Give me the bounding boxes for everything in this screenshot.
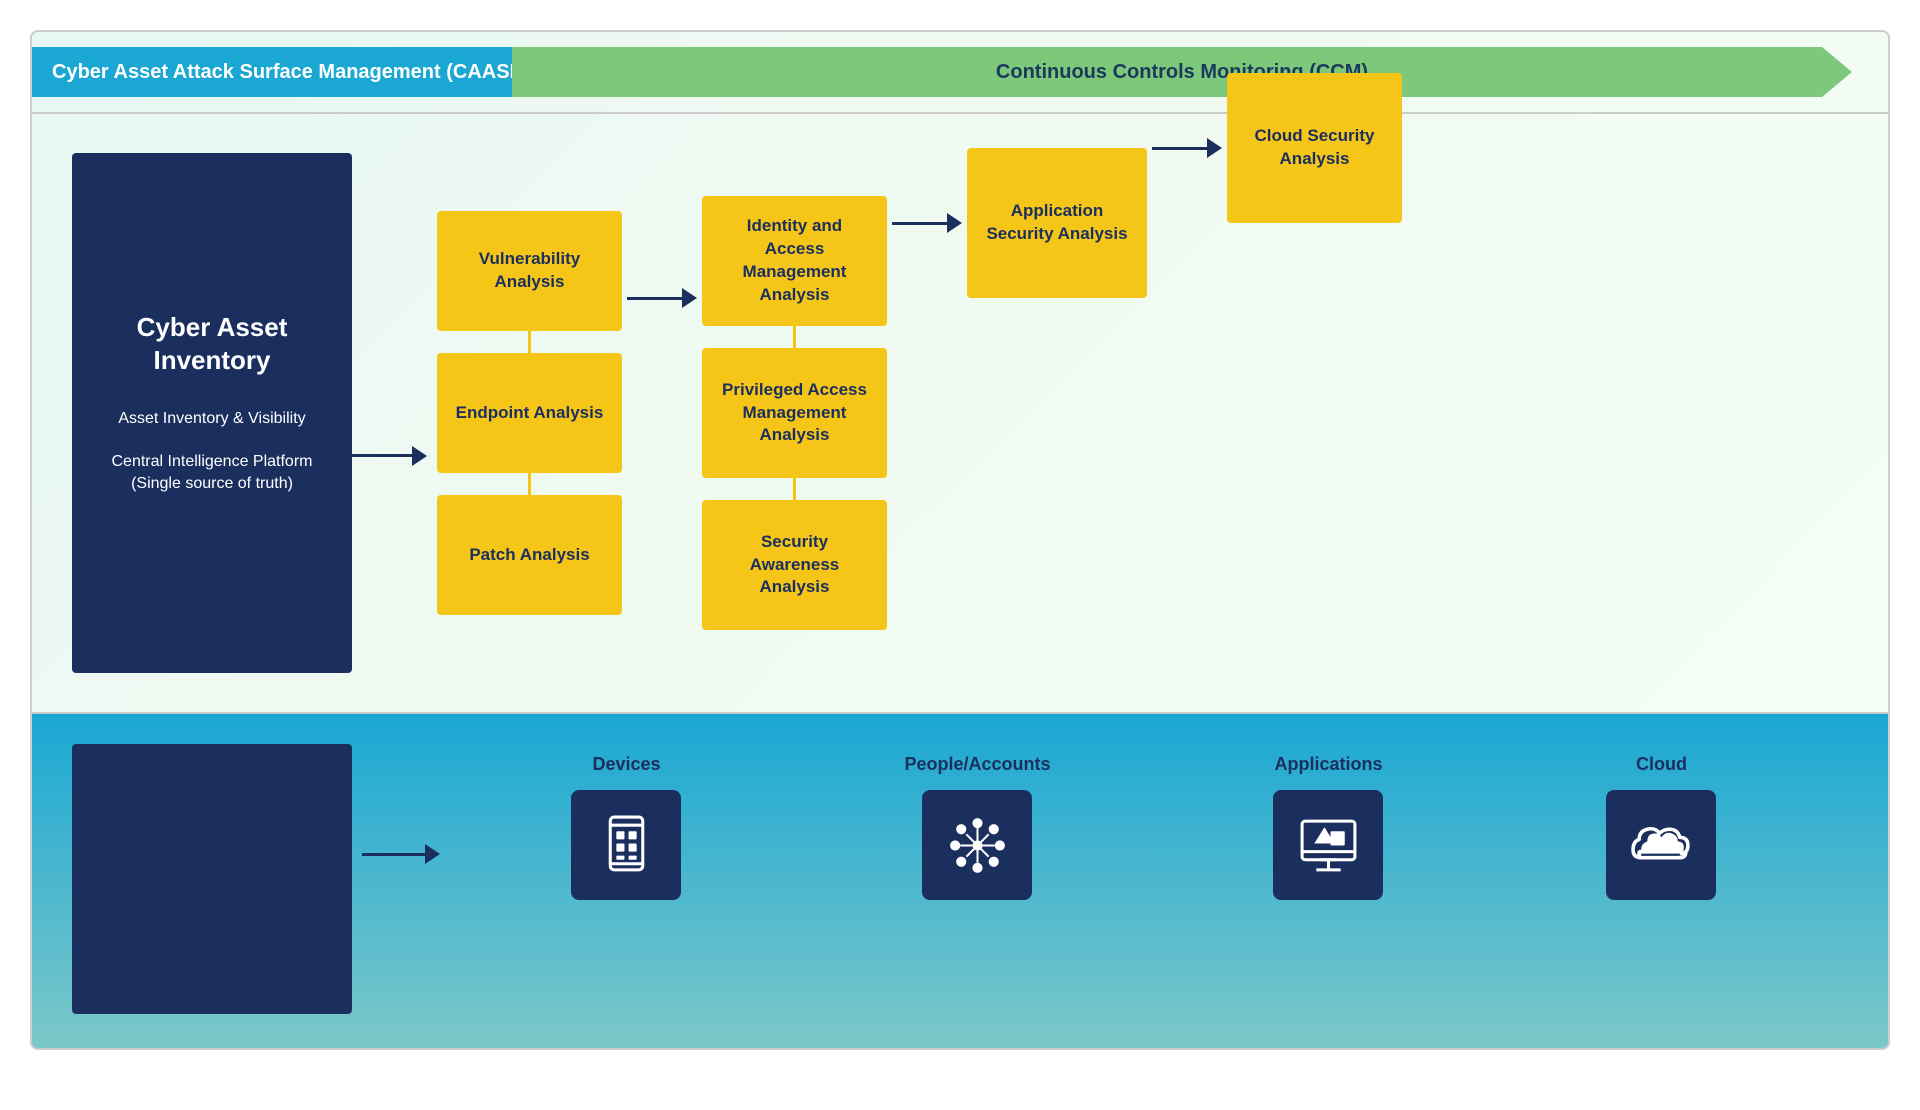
col2-stack: Identity and Access Management Analysis … bbox=[702, 196, 887, 630]
devices-icon-box bbox=[571, 790, 681, 900]
devices-icon bbox=[594, 813, 659, 878]
inventory-sub1: Asset Inventory & Visibility bbox=[118, 408, 305, 430]
people-group: People/Accounts bbox=[904, 754, 1050, 900]
security-awareness-box: Security Awareness Analysis bbox=[702, 500, 887, 630]
arrow-col2-col3 bbox=[892, 213, 962, 233]
bottom-arrow-head bbox=[425, 844, 440, 864]
devices-label: Devices bbox=[592, 754, 660, 775]
bottom-arrow-line bbox=[365, 853, 425, 856]
caasm-label: Cyber Asset Attack Surface Management (C… bbox=[52, 61, 533, 84]
arrow-col3-col4 bbox=[1152, 138, 1222, 158]
caasm-arrow: Cyber Asset Attack Surface Management (C… bbox=[32, 47, 592, 97]
vulnerability-analysis-box: Vulnerability Analysis bbox=[437, 211, 622, 331]
iam-analysis-box: Identity and Access Management Analysis bbox=[702, 196, 887, 326]
people-label: People/Accounts bbox=[904, 754, 1050, 775]
inventory-box: Cyber Asset Inventory Asset Inventory & … bbox=[72, 153, 352, 673]
arrow-head-2 bbox=[947, 213, 962, 233]
v-conn-1a bbox=[528, 331, 531, 353]
col3-stack: Application Security Analysis bbox=[967, 148, 1147, 298]
col1-stack: Vulnerability Analysis Endpoint Analysis… bbox=[437, 211, 622, 615]
v-conn-1b bbox=[528, 473, 531, 495]
bottom-arrow bbox=[362, 844, 440, 864]
cloud-security-box: Cloud Security Analysis bbox=[1227, 73, 1402, 223]
entry-arrow bbox=[352, 446, 427, 466]
people-icon bbox=[945, 813, 1010, 878]
cloud-group: Cloud bbox=[1606, 754, 1716, 900]
arrow-head-1 bbox=[682, 288, 697, 308]
applications-label: Applications bbox=[1274, 754, 1382, 775]
bottom-section: Devices bbox=[32, 714, 1888, 1050]
devices-group: Devices bbox=[571, 754, 681, 900]
arrow-line-2 bbox=[892, 222, 947, 225]
cloud-label: Cloud bbox=[1636, 754, 1687, 775]
arrow-col1-col2 bbox=[627, 288, 697, 308]
applications-icon-box bbox=[1273, 790, 1383, 900]
endpoint-analysis-box: Endpoint Analysis bbox=[437, 353, 622, 473]
applications-group: Applications bbox=[1273, 754, 1383, 900]
main-content: Cyber Asset Inventory Asset Inventory & … bbox=[32, 114, 1888, 712]
entry-arrow-head bbox=[412, 446, 427, 466]
pam-analysis-box: Privileged Access Management Analysis bbox=[702, 348, 887, 478]
inventory-title: Cyber Asset Inventory bbox=[92, 311, 332, 379]
arrow-head-3 bbox=[1207, 138, 1222, 158]
people-icon-box bbox=[922, 790, 1032, 900]
top-banner: Cyber Asset Attack Surface Management (C… bbox=[32, 32, 1888, 112]
entry-arrow-line bbox=[352, 454, 412, 457]
bottom-inventory-box bbox=[72, 744, 352, 1014]
v-conn-2a bbox=[793, 326, 796, 348]
bottom-icons-area: Devices bbox=[440, 744, 1888, 900]
arrow-line-1 bbox=[627, 297, 682, 300]
ccm-arrow: Continuous Controls Monitoring (CCM) bbox=[512, 47, 1852, 97]
inventory-sub2: Central Intelligence Platform (Single so… bbox=[92, 451, 332, 496]
cloud-icon bbox=[1629, 813, 1694, 878]
arrow-line-3 bbox=[1152, 147, 1207, 150]
patch-analysis-box: Patch Analysis bbox=[437, 495, 622, 615]
v-conn-2b bbox=[793, 478, 796, 500]
col4-stack: Cloud Security Analysis bbox=[1227, 73, 1402, 223]
main-container: Cyber Asset Attack Surface Management (C… bbox=[30, 30, 1890, 1050]
applications-icon bbox=[1296, 813, 1361, 878]
cloud-icon-box bbox=[1606, 790, 1716, 900]
app-security-box: Application Security Analysis bbox=[967, 148, 1147, 298]
